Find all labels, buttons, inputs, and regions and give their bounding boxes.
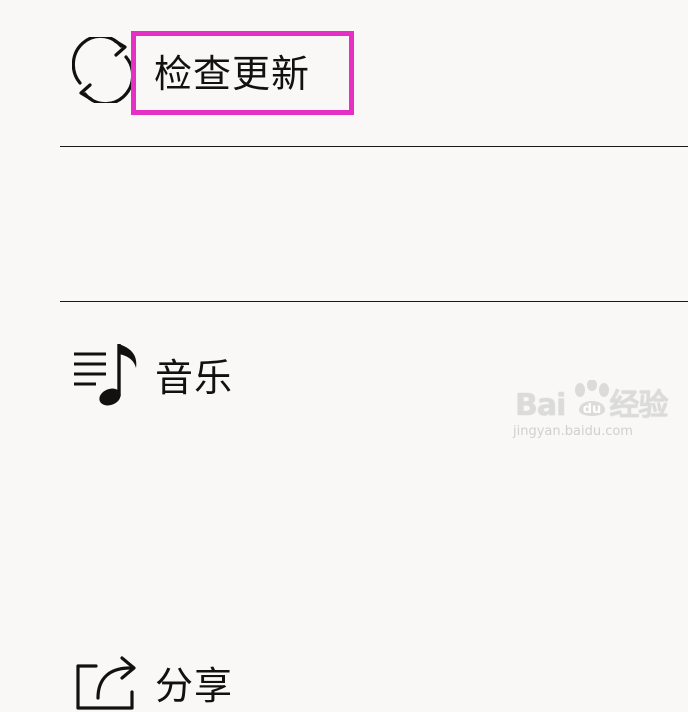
menu-item-share[interactable]: 分享 (0, 303, 688, 710)
refresh-icon (72, 37, 134, 103)
check-update-label: 检查更新 (154, 52, 311, 96)
divider (60, 301, 688, 302)
menu-item-check-update[interactable]: 检查更新 (0, 0, 688, 146)
divider (60, 146, 688, 147)
share-icon (74, 648, 138, 712)
menu-item-music[interactable]: 音乐 (0, 148, 688, 406)
share-label: 分享 (155, 664, 234, 708)
